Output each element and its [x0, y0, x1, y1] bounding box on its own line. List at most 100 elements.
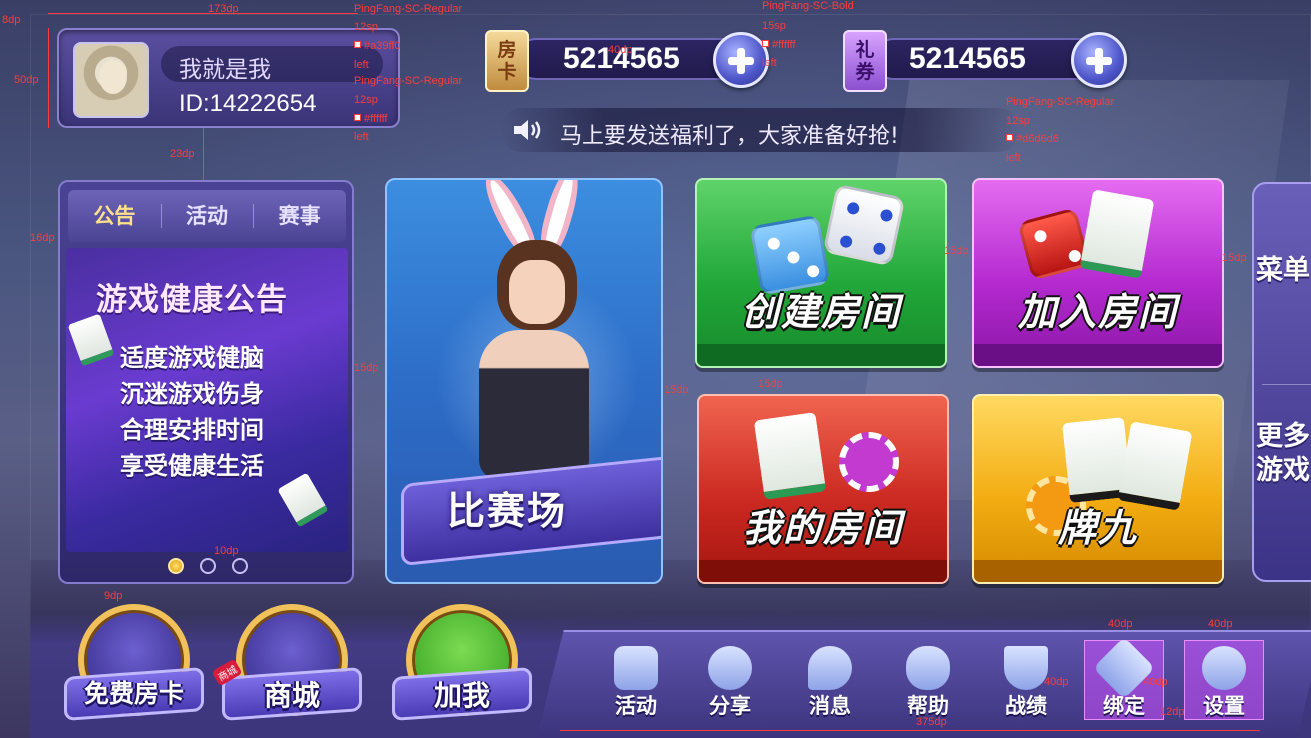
dimension-line — [48, 28, 49, 128]
dimension-label: 10dp — [214, 545, 239, 557]
chat-bubble-icon — [808, 646, 852, 690]
notice-line: 合理安排时间 — [120, 416, 264, 444]
nav-activity[interactable]: 活动 — [596, 640, 676, 730]
nav-label: 分享 — [709, 694, 751, 718]
spec-align: left — [1006, 152, 1021, 164]
spec-color: #ffffff — [364, 113, 388, 125]
notice-line: 适度游戏健脑 — [120, 344, 264, 372]
avatar-face — [99, 60, 127, 94]
room-card-balance: 房 卡 5214565 — [485, 30, 775, 92]
spec-font: PingFang-SC-Bold — [762, 0, 854, 12]
dimension-line — [48, 13, 358, 14]
add-me-label: 加我 — [433, 679, 490, 712]
notice-title: 游戏健康公告 — [96, 282, 288, 318]
spec-size: 15sp — [762, 20, 786, 32]
dimension-line — [203, 128, 204, 180]
dimension-label: 16dp — [30, 232, 55, 244]
tab-events[interactable]: 赛事 — [253, 190, 346, 242]
notice-banner[interactable]: 游戏健康公告 适度游戏健脑 沉迷游戏伤身 合理安排时间 享受健康生活 — [66, 248, 348, 552]
dimension-label: 40dp — [1044, 676, 1069, 688]
dimension-label: 15dp — [758, 378, 783, 390]
more-games-button[interactable]: 更多游戏 — [1254, 420, 1311, 488]
free-room-card-label: 免费房卡 — [83, 679, 184, 708]
nav-label: 消息 — [809, 694, 851, 718]
spec-size: 12sp — [354, 21, 378, 33]
dice-icon — [822, 183, 906, 267]
notice-panel: 公告 活动 赛事 游戏健康公告 适度游戏健脑 沉迷游戏伤身 合理安排时间 享受健… — [58, 180, 354, 584]
dimension-line — [560, 730, 1260, 731]
arena-label: 比赛场 — [447, 489, 568, 533]
announcement-bar: 马上要发送福利了，大家准备好抢! — [500, 108, 1020, 152]
page-dot[interactable] — [200, 558, 216, 574]
card-base — [699, 560, 947, 582]
dimension-label: 40dp — [1143, 676, 1168, 688]
my-room-button[interactable]: 我的房间 — [697, 394, 949, 584]
card-base — [974, 560, 1222, 582]
spec-color: #d6d6d6 — [1016, 133, 1059, 145]
spec-swatch — [1006, 134, 1013, 141]
pai-gow-button[interactable]: 牌九 — [972, 394, 1224, 584]
player-name: 我就是我 — [179, 56, 271, 82]
dimension-label: 9dp — [104, 590, 123, 602]
spec-align: left — [354, 59, 369, 71]
avatar[interactable] — [73, 42, 149, 118]
spec-font: PingFang-SC-Regular — [354, 3, 463, 15]
spec-size: 12sp — [1006, 115, 1030, 127]
gift-icon — [614, 646, 658, 690]
tab-activity[interactable]: 活动 — [160, 190, 254, 242]
free-room-card-button[interactable]: 免费房卡 — [64, 600, 204, 736]
dimension-label: 15dp — [664, 384, 689, 396]
add-coupon-button[interactable] — [1071, 32, 1127, 88]
nav-messages[interactable]: 消息 — [790, 640, 870, 730]
shop-button[interactable]: 商城 商城 — [211, 600, 362, 736]
arena-card[interactable]: 比赛场 — [385, 178, 663, 584]
announcement-text: 马上要发送福利了，大家准备好抢! — [560, 124, 899, 149]
card-base — [697, 344, 945, 366]
menu-button[interactable]: 菜单 — [1254, 254, 1311, 288]
pai-gow-label: 牌九 — [1057, 506, 1138, 550]
tab-announcement[interactable]: 公告 — [68, 190, 161, 242]
dimension-label: 23dp — [170, 148, 195, 160]
add-room-card-button[interactable] — [713, 32, 769, 88]
nav-label: 绑定 — [1103, 694, 1145, 718]
dimension-label: 40dp — [1108, 618, 1133, 630]
spec-size: 12sp — [354, 94, 378, 106]
spec-color: #ffffff — [772, 39, 796, 51]
room-card-icon: 房 卡 — [485, 30, 529, 92]
mahjong-tile-icon — [277, 472, 329, 528]
page-dot[interactable] — [232, 558, 248, 574]
nav-settings[interactable]: 设置 — [1184, 640, 1264, 730]
spec-align: left — [762, 57, 777, 69]
notice-line: 享受健康生活 — [120, 452, 264, 480]
nav-label: 设置 — [1203, 694, 1245, 718]
shop-label: 商城 — [263, 679, 320, 712]
coupon-balance: 礼 券 5214565 — [843, 30, 1133, 92]
spec-color: #a39ff0 — [364, 40, 401, 52]
mahjong-tile-icon — [1079, 189, 1155, 279]
nav-share[interactable]: 分享 — [690, 640, 770, 730]
spec-font: PingFang-SC-Regular — [1006, 96, 1115, 108]
dimension-label: 40dp — [608, 44, 633, 56]
join-room-label: 加入房间 — [1017, 290, 1178, 334]
character-body — [479, 330, 589, 480]
profile-panel[interactable]: 我就是我 ID:14222654 — [57, 28, 400, 128]
page-indicator — [168, 558, 248, 574]
nav-label: 活动 — [615, 694, 657, 718]
side-menu-divider — [1262, 384, 1311, 385]
dimension-label: 15dp — [354, 362, 379, 374]
join-room-button[interactable]: 加入房间 — [972, 178, 1224, 368]
coupon-value: 5214565 — [909, 42, 1026, 75]
dimension-label: 12dp — [1160, 706, 1185, 718]
poker-chip-icon — [839, 432, 899, 492]
gear-icon — [1202, 646, 1246, 690]
player-id: ID:14222654 — [179, 90, 317, 117]
page-dot[interactable] — [168, 558, 184, 574]
nav-label: 战绩 — [1005, 694, 1047, 718]
notice-line: 沉迷游戏伤身 — [120, 380, 264, 408]
dimension-label: 15dp — [944, 245, 969, 257]
add-me-button[interactable]: 加我 — [392, 600, 532, 736]
create-room-button[interactable]: 创建房间 — [695, 178, 947, 368]
character-face — [509, 260, 565, 324]
notice-tabs: 公告 活动 赛事 — [68, 190, 346, 242]
mahjong-tile-icon — [67, 313, 115, 367]
